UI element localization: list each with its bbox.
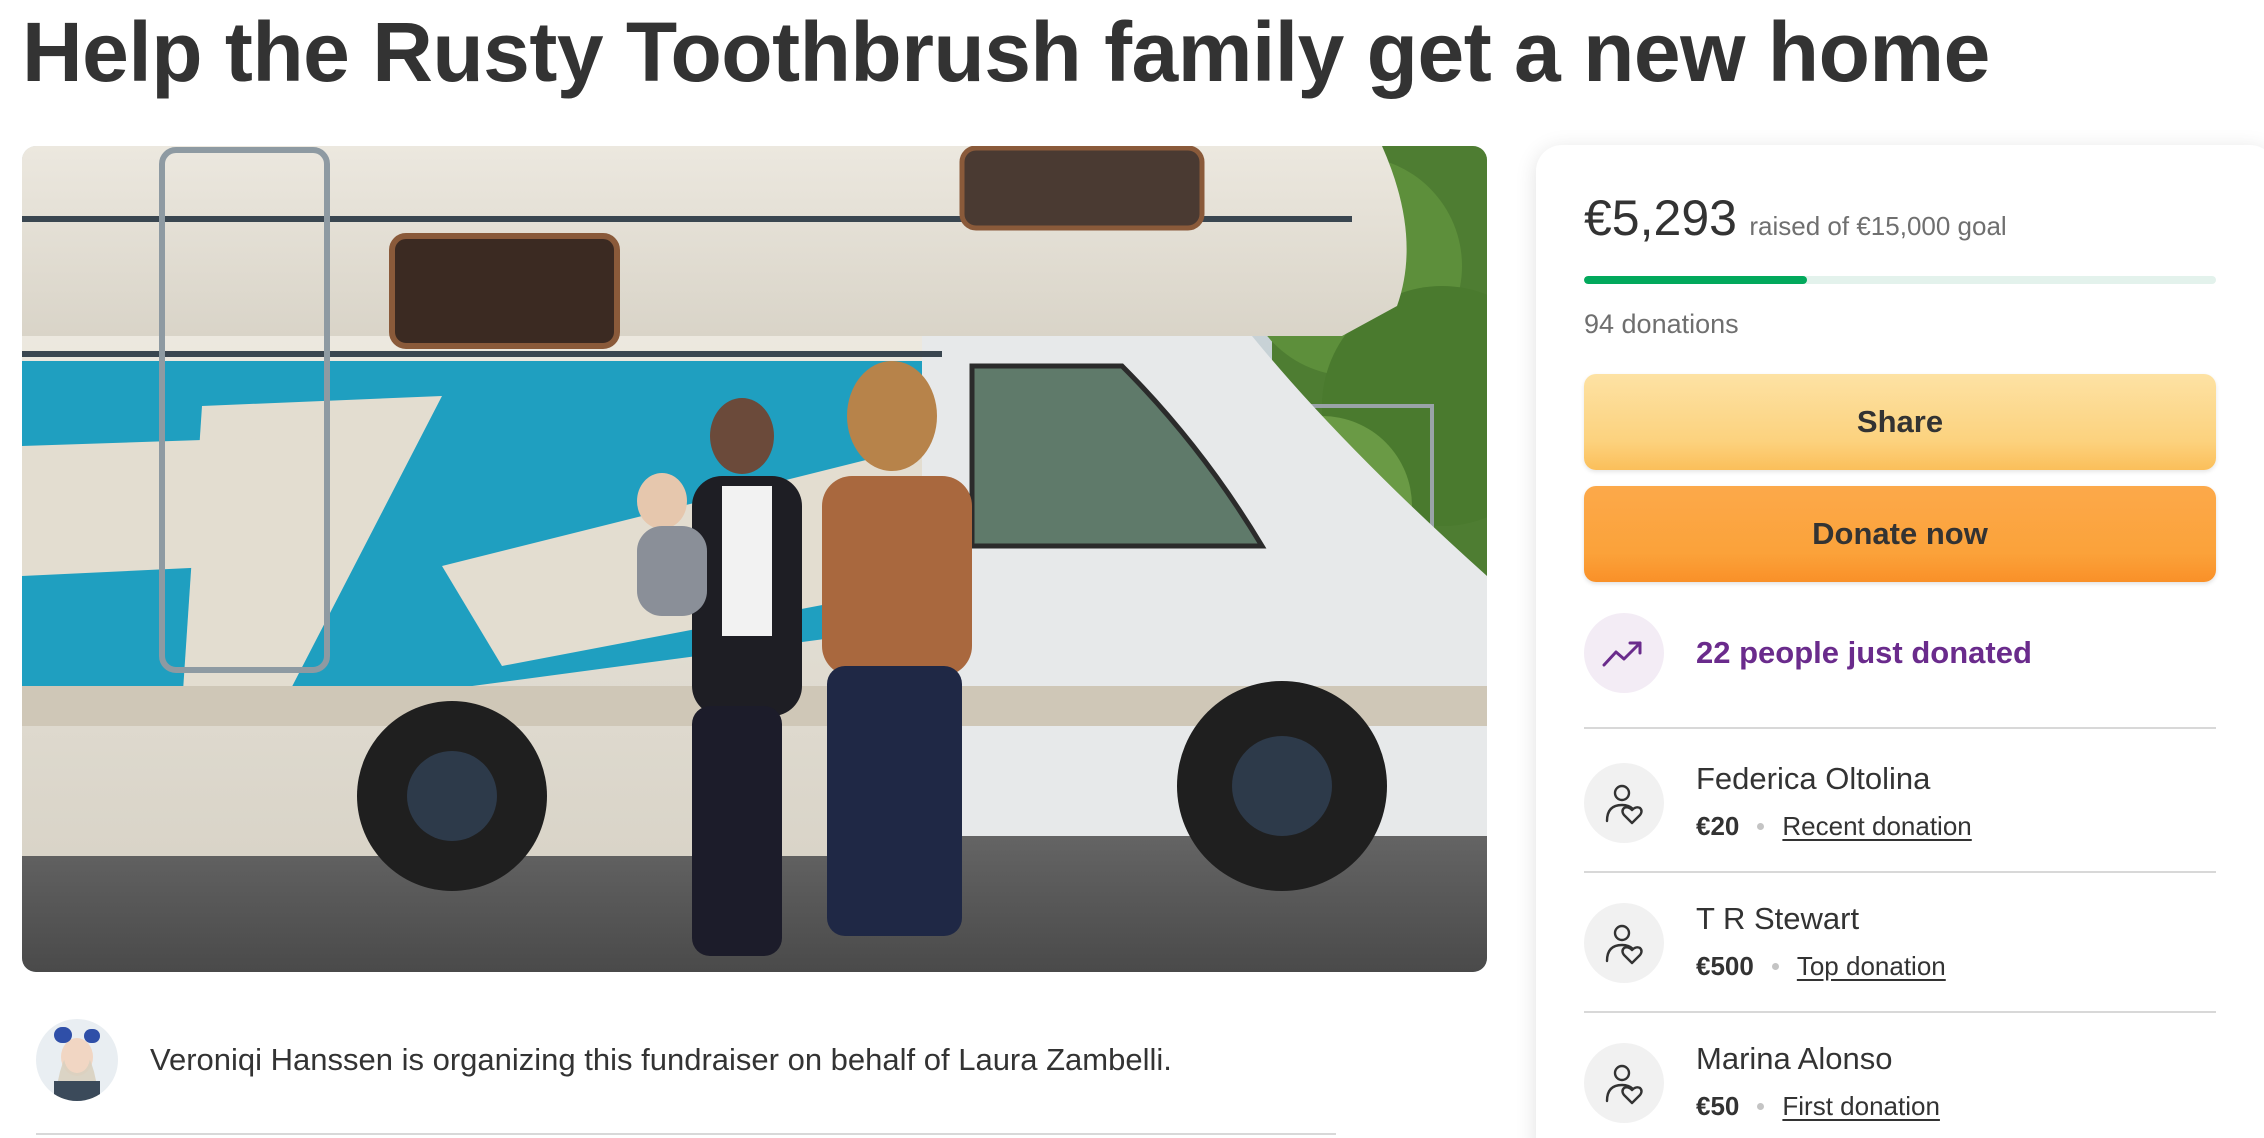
donor-meta: €50 First donation — [1696, 1091, 1940, 1122]
organizer-text: Veroniqi Hanssen is organizing this fund… — [150, 1042, 1172, 1077]
progress-bar — [1584, 276, 2216, 284]
donor-tag-link[interactable]: Top donation — [1797, 951, 1946, 982]
donor-item: Marina Alonso €50 First donation — [1584, 1041, 2216, 1125]
divider — [1584, 727, 2216, 729]
amount-raised-row: €5,293 raised of €15,000 goal — [1584, 189, 2007, 247]
donor-tag-link[interactable]: Recent donation — [1782, 811, 1971, 842]
motorhome-photo — [22, 146, 1487, 972]
page-title: Help the Rusty Toothbrush family get a n… — [22, 5, 1990, 99]
donor-item: T R Stewart €500 Top donation — [1584, 901, 2216, 985]
donor-amount: €500 — [1696, 951, 1754, 981]
progress-bar-fill — [1584, 276, 1808, 284]
donor-heart-hand-icon — [1584, 1043, 1664, 1123]
donor-tag-link[interactable]: First donation — [1782, 1091, 1940, 1122]
donate-now-button[interactable]: Donate now — [1584, 486, 2216, 582]
separator-dot — [1757, 1103, 1765, 1110]
donor-name: Marina Alonso — [1696, 1041, 1893, 1076]
donor-meta: €500 Top donation — [1696, 951, 1946, 982]
donation-card: €5,293 raised of €15,000 goal 94 donatio… — [1536, 145, 2264, 1138]
donor-amount: €20 — [1696, 811, 1740, 841]
campaign-hero-image[interactable] — [22, 146, 1487, 972]
donation-count: 94 donations — [1584, 309, 1739, 339]
donor-heart-hand-icon — [1584, 763, 1664, 843]
divider — [1584, 871, 2216, 873]
donor-name: Federica Oltolina — [1696, 761, 1931, 796]
trending-donations: 22 people just donated — [1584, 613, 2216, 693]
donor-name: T R Stewart — [1696, 901, 1860, 936]
organizer-avatar[interactable] — [36, 1019, 118, 1101]
amount-raised: €5,293 — [1584, 190, 1737, 246]
donor-meta: €20 Recent donation — [1696, 811, 1972, 842]
separator-dot — [1771, 963, 1779, 970]
divider — [1584, 1011, 2216, 1013]
trending-up-icon — [1584, 613, 1664, 693]
fundraiser-page: Help the Rusty Toothbrush family get a n… — [0, 0, 2264, 1138]
share-button[interactable]: Share — [1584, 374, 2216, 470]
organizer-info: Veroniqi Hanssen is organizing this fund… — [36, 1018, 1336, 1102]
donor-heart-hand-icon — [1584, 903, 1664, 983]
trending-text: 22 people just donated — [1696, 635, 2032, 670]
organizer-divider — [36, 1133, 1336, 1135]
separator-dot — [1757, 823, 1765, 830]
goal-text: raised of €15,000 goal — [1749, 211, 2007, 241]
donor-amount: €50 — [1696, 1091, 1740, 1121]
donor-item: Federica Oltolina €20 Recent donation — [1584, 761, 2216, 845]
